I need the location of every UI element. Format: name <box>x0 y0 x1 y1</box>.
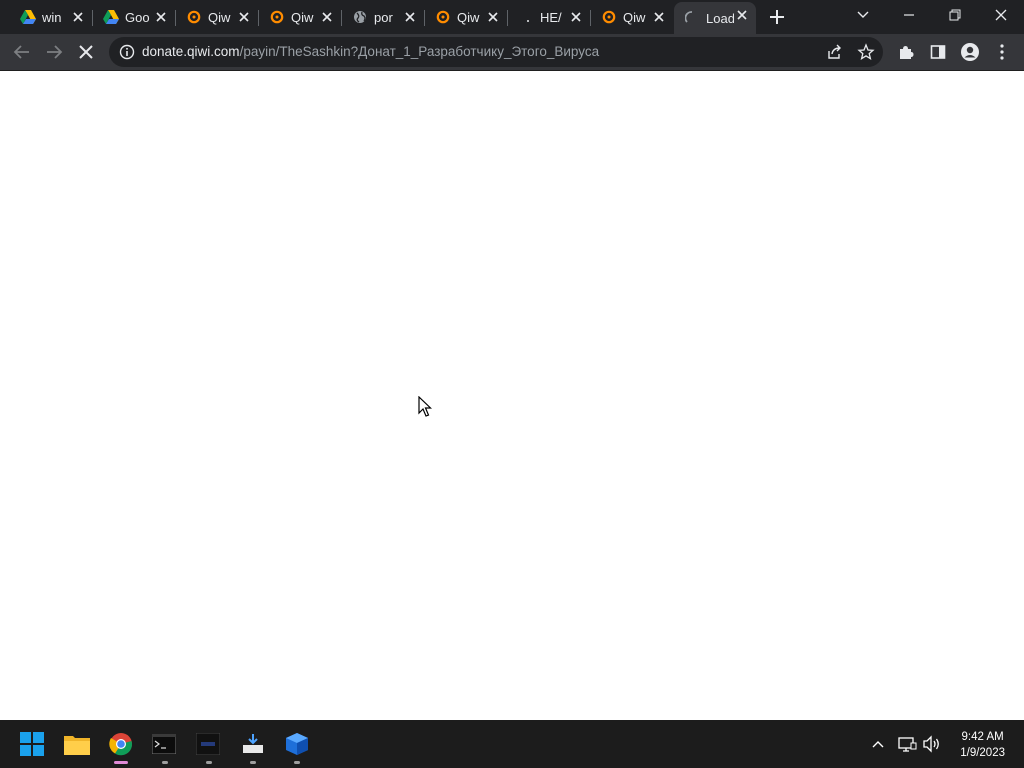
qiwi-icon <box>186 9 202 25</box>
tab-label: Qiw <box>457 9 480 25</box>
blue-cube-app-button[interactable] <box>281 728 313 760</box>
close-icon <box>995 9 1007 21</box>
tab-google-drive[interactable]: Goo <box>93 4 175 30</box>
close-tab-icon[interactable] <box>734 7 750 23</box>
kebab-menu-icon <box>1000 44 1004 60</box>
address-bar[interactable]: donate.qiwi.com/payin/TheSashkin?Донат_1… <box>109 37 883 67</box>
clock-time: 9:42 AM <box>961 731 1004 743</box>
tab-label: НЕ/ <box>540 9 562 25</box>
app-icon <box>196 733 220 755</box>
tab-label: Load <box>706 10 734 26</box>
tab-win[interactable]: win <box>10 4 92 30</box>
terminal-icon <box>152 734 176 754</box>
blank-favicon <box>518 9 534 25</box>
tab-qiwi-2[interactable]: Qiw <box>259 4 341 30</box>
tab-label: Qiw <box>291 9 314 25</box>
new-tab-button[interactable] <box>766 6 788 28</box>
chrome-icon <box>109 733 133 756</box>
tab-qiwi-1[interactable]: Qiw <box>176 4 258 30</box>
close-tab-icon[interactable] <box>236 9 252 25</box>
share-icon[interactable] <box>823 41 845 63</box>
mouse-cursor-icon <box>418 395 432 423</box>
system-clock[interactable]: 9:42 AM 1/9/2023 <box>960 729 1005 761</box>
tab-qiwi-3[interactable]: Qiw <box>425 4 507 30</box>
back-button[interactable] <box>8 38 36 66</box>
file-explorer-button[interactable] <box>61 728 93 760</box>
side-panel-icon <box>930 45 946 59</box>
terminal-button[interactable] <box>148 728 180 760</box>
tab-label: por <box>374 9 393 25</box>
profile-icon <box>961 43 979 61</box>
close-tab-icon[interactable] <box>568 9 584 25</box>
google-drive-icon <box>103 9 119 25</box>
browser-toolbar: donate.qiwi.com/payin/TheSashkin?Донат_1… <box>0 34 1024 71</box>
globe-icon <box>352 9 368 25</box>
qiwi-icon <box>601 9 617 25</box>
google-drive-icon <box>20 9 36 25</box>
close-tab-icon[interactable] <box>319 9 335 25</box>
volume-icon[interactable] <box>922 734 942 759</box>
network-icon[interactable] <box>897 734 917 759</box>
url-text[interactable]: donate.qiwi.com/payin/TheSashkin?Донат_1… <box>142 44 599 59</box>
extensions-button[interactable] <box>892 38 920 66</box>
close-tab-icon[interactable] <box>485 9 501 25</box>
forward-arrow-icon <box>47 45 63 59</box>
minimize-icon <box>904 14 914 16</box>
qiwi-icon <box>435 9 451 25</box>
loading-spinner-icon <box>684 10 700 26</box>
stop-icon <box>79 45 93 59</box>
tab-label: Qiw <box>623 9 646 25</box>
app-button[interactable] <box>192 728 224 760</box>
restore-button[interactable] <box>932 0 978 30</box>
tab-globe[interactable]: por <box>342 4 424 30</box>
side-panel-button[interactable] <box>924 38 952 66</box>
file-explorer-icon <box>64 736 90 755</box>
url-host: donate.qiwi.com <box>142 44 240 59</box>
restore-icon <box>949 9 961 21</box>
start-icon <box>20 732 44 756</box>
tab-ne[interactable]: НЕ/ <box>508 4 590 30</box>
download-installer-icon <box>243 734 263 753</box>
close-tab-icon[interactable] <box>70 9 86 25</box>
download-installer-button[interactable] <box>237 728 269 760</box>
close-window-button[interactable] <box>978 0 1024 30</box>
tab-label: Qiw <box>208 9 231 25</box>
show-hidden-icons-chevron-icon[interactable] <box>871 734 885 759</box>
chevron-down-icon <box>857 11 869 18</box>
puzzle-icon <box>900 46 914 59</box>
page-content <box>0 71 1024 720</box>
clock-date: 1/9/2023 <box>960 747 1005 759</box>
url-path: /payin/TheSashkin?Донат_1_Разработчику_Э… <box>239 44 600 59</box>
blue-cube-app-icon <box>286 733 308 755</box>
back-arrow-icon <box>13 45 29 59</box>
close-tab-icon[interactable] <box>651 9 667 25</box>
menu-button[interactable] <box>988 38 1016 66</box>
tab-label: win <box>42 9 62 25</box>
bookmark-star-icon[interactable] <box>855 41 877 63</box>
info-icon[interactable] <box>119 44 135 60</box>
minimize-button[interactable] <box>886 0 932 30</box>
tab-label: Goo <box>125 9 150 25</box>
stop-loading-button[interactable] <box>72 38 100 66</box>
qiwi-icon <box>269 9 285 25</box>
tab-loading-active[interactable]: Load <box>674 2 756 34</box>
forward-button[interactable] <box>40 38 68 66</box>
profile-button[interactable] <box>956 38 984 66</box>
close-tab-icon[interactable] <box>402 9 418 25</box>
tab-search-button[interactable] <box>840 0 886 30</box>
tab-qiwi-4[interactable]: Qiw <box>591 4 673 30</box>
start-button[interactable] <box>16 728 48 760</box>
chrome-button[interactable] <box>105 728 137 760</box>
tab-strip: win Goo Qiw Qiw por Qiw НЕ/ Qiw Load <box>0 0 1024 34</box>
close-tab-icon[interactable] <box>153 9 169 25</box>
